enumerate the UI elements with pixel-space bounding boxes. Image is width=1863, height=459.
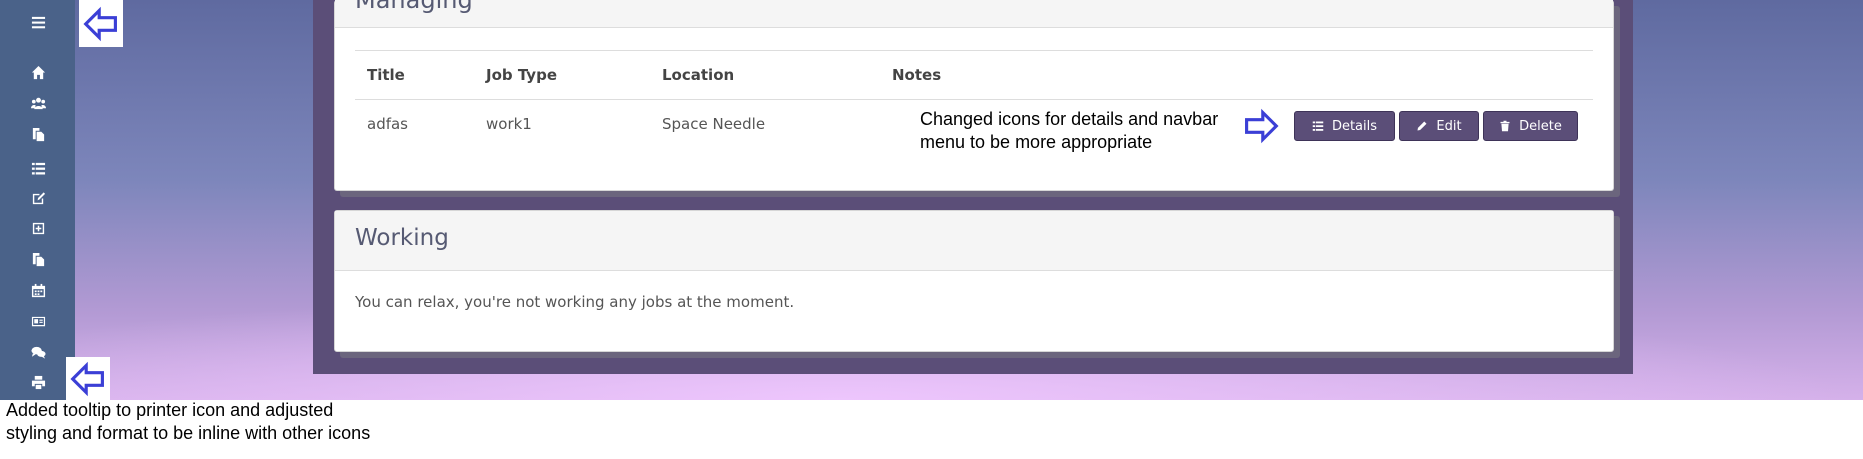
managing-title: Managing [355, 0, 473, 14]
copy-icon[interactable] [24, 124, 52, 144]
details-button[interactable]: Details [1294, 111, 1395, 141]
bottom-annotation-line: Added tooltip to printer icon and adjust… [6, 400, 334, 420]
cell-location: Space Needle [662, 115, 766, 133]
working-empty-message: You can relax, you're not working any jo… [355, 293, 795, 311]
plus-square-icon[interactable] [24, 218, 52, 238]
id-card-icon[interactable] [24, 311, 52, 331]
column-header-notes: Notes [880, 50, 1593, 100]
delete-button[interactable]: Delete [1483, 111, 1578, 141]
edit-icon[interactable] [24, 188, 52, 208]
users-icon[interactable] [24, 93, 52, 113]
calendar-icon[interactable] [24, 280, 52, 300]
managing-panel-header: Managing [335, 0, 1613, 28]
cell-job-type: work1 [486, 115, 532, 133]
annotation-arrow-icon [66, 357, 110, 400]
edit-button-label: Edit [1436, 118, 1462, 134]
row-annotation: Changed icons for details and navbar men… [920, 108, 1250, 154]
managing-panel: Managing Title Job Type Location Notes a… [334, 0, 1614, 191]
column-header-job-type: Job Type [474, 50, 650, 100]
column-header-location: Location [650, 50, 880, 100]
sidebar-nav [0, 0, 75, 400]
details-button-label: Details [1331, 118, 1378, 134]
working-panel-header: Working [335, 211, 1613, 271]
cell-title: adfas [367, 115, 409, 133]
bottom-annotation: Added tooltip to printer icon and adjust… [6, 399, 526, 445]
edit-button[interactable]: Edit [1399, 111, 1479, 141]
table-header-row: Title Job Type Location Notes [355, 50, 1593, 100]
comments-icon[interactable] [24, 342, 52, 362]
app-screenshot: Managing Title Job Type Location Notes a… [0, 0, 1863, 400]
working-panel: Working You can relax, you're not workin… [334, 210, 1614, 352]
pencil-icon [1417, 121, 1427, 131]
column-header-title: Title [355, 50, 474, 100]
home-icon[interactable] [24, 62, 52, 82]
bottom-annotation-line: styling and format to be inline with oth… [6, 423, 371, 443]
row-annotation-line: menu to be more appropriate [920, 132, 1153, 152]
annotation-arrow-icon [79, 0, 123, 47]
list-icon [1312, 121, 1324, 131]
row-annotation-line: Changed icons for details and navbar [920, 109, 1219, 129]
menu-icon[interactable] [24, 12, 52, 32]
list-icon[interactable] [24, 158, 52, 178]
trash-icon [1500, 120, 1510, 132]
files-icon[interactable] [24, 249, 52, 269]
working-title: Working [355, 225, 449, 251]
delete-button-label: Delete [1519, 118, 1562, 134]
printer-icon[interactable] [24, 372, 52, 392]
